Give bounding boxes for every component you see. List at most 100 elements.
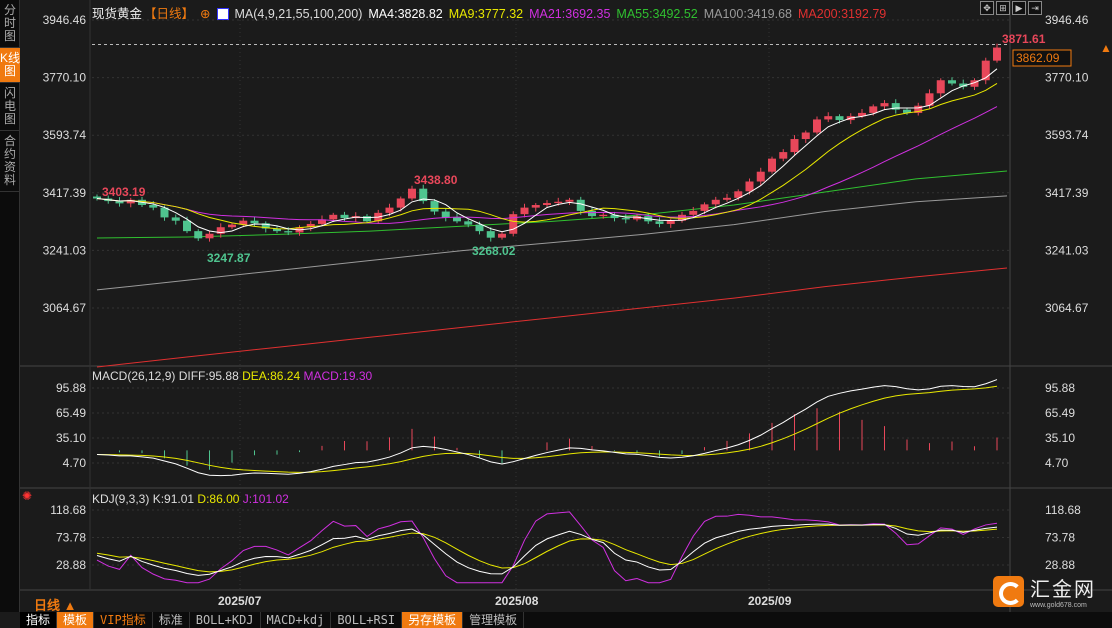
tab-manage-template[interactable]: 管理模板	[463, 612, 525, 628]
kdj-legend: KDJ(9,3,3) K:91.01 D:86.00 J:101.02	[92, 492, 289, 506]
candle-down	[183, 220, 191, 232]
candle-up	[711, 199, 720, 205]
price-tick-right: 3946.46	[1045, 13, 1089, 27]
date-label: 2025/08	[495, 594, 539, 608]
ma200-line	[96, 267, 1008, 368]
kdj-tick-left: 28.88	[56, 558, 86, 572]
ma100-line	[96, 195, 1008, 291]
price-tick-left: 3241.03	[43, 243, 87, 257]
candle-down	[363, 216, 371, 222]
candle-up	[745, 181, 754, 192]
k-line	[96, 523, 998, 576]
candle-down	[655, 221, 664, 224]
candle-up	[531, 205, 540, 208]
annotation-low: 3268.02	[472, 244, 516, 258]
candle-up	[498, 233, 506, 238]
logo-icon	[993, 575, 1024, 607]
candle-down	[453, 217, 461, 222]
candle-up	[543, 203, 551, 206]
kdj-tick-right: 28.88	[1045, 558, 1075, 572]
macd-tick-right: 35.10	[1045, 431, 1075, 445]
candle-up	[779, 152, 788, 159]
logo: 汇金网 www.gold678.com	[993, 573, 1096, 609]
d-value: D:86.00	[197, 492, 240, 506]
candle-up	[813, 119, 821, 133]
candle-up	[554, 201, 563, 204]
candle-up	[869, 106, 878, 113]
tab-standard[interactable]: 标准	[153, 612, 190, 628]
candle-up	[599, 214, 608, 217]
price-tick-right: 3593.74	[1045, 128, 1089, 142]
chart-canvas[interactable]: 3946.46 3946.46 3770.10 3770.10 3593.74 3593.…	[0, 0, 1112, 612]
price-tick-left: 3593.74	[43, 128, 87, 142]
ma200-value: MA200:3192.79	[798, 7, 887, 21]
annotation-low: 3247.87	[207, 251, 251, 265]
price-tick-left: 3064.67	[43, 301, 87, 315]
candle-down	[430, 201, 439, 212]
j-value: J:101.02	[242, 492, 289, 506]
ma55-value: MA55:3492.52	[616, 7, 698, 21]
macd-tick-right: 65.49	[1045, 406, 1075, 420]
candle-down	[486, 231, 495, 238]
play-icon[interactable]: ▶	[1012, 1, 1026, 15]
move-icon[interactable]: ✥	[980, 1, 994, 15]
candle-down	[588, 210, 596, 217]
candle-up	[723, 197, 731, 200]
macd-tick-right: 95.88	[1045, 381, 1075, 395]
annotation-high: 3438.80	[414, 173, 458, 187]
candle-down	[464, 221, 473, 225]
annotation-high: 3871.61	[1002, 32, 1046, 46]
dea-value: DEA:86.24	[242, 369, 301, 383]
price-tick-left: 3946.46	[43, 13, 87, 27]
kdj-tick-left: 118.68	[50, 503, 86, 517]
tab-boll-rsi[interactable]: BOLL+RSI	[331, 612, 403, 628]
current-price-label: 3862.09	[1016, 51, 1060, 65]
candle-down	[340, 214, 349, 219]
k-value: K:91.01	[152, 492, 195, 506]
crosshair-icon[interactable]: ⊕	[200, 7, 210, 21]
macd-tick-left: 65.49	[56, 406, 86, 420]
candle-up	[689, 210, 698, 215]
candle-up	[756, 171, 765, 182]
period-label: 【日线】	[144, 7, 195, 21]
ma100-value: MA100:3419.68	[703, 7, 792, 21]
tab-indicator[interactable]: 指标	[20, 612, 58, 628]
candle-up	[993, 47, 1001, 61]
candle-up	[396, 198, 405, 208]
macd-tick-left: 4.70	[63, 456, 87, 470]
zoom-range-icon[interactable]: ⊞	[996, 1, 1010, 15]
tab-macd-kdj[interactable]: MACD+kdj	[261, 612, 332, 628]
alert-icon[interactable]: ✺	[22, 489, 32, 503]
candle-up	[666, 220, 675, 224]
candle-up	[790, 139, 799, 153]
kdj-title: KDJ(9,3,3)	[92, 492, 150, 506]
indicator-icon[interactable]	[216, 8, 229, 20]
candle-up	[768, 158, 776, 172]
candle-down	[621, 218, 630, 220]
candle-down	[284, 231, 293, 233]
diff-value: DIFF:95.88	[178, 369, 239, 383]
tab-vip-indicator[interactable]: VIP指标	[94, 612, 153, 628]
chart-toolbar: ✥ ⊞ ▶ ⇥	[980, 1, 1042, 15]
tab-template[interactable]: 模板	[57, 612, 95, 628]
tab-boll-kdj[interactable]: BOLL+KDJ	[190, 612, 261, 628]
kdj-tick-left: 73.78	[56, 531, 86, 545]
candle-down	[194, 231, 203, 239]
candle-up	[824, 116, 833, 120]
candle-up	[936, 80, 945, 94]
candle-down	[149, 205, 158, 208]
price-tick-right: 3417.39	[1045, 186, 1089, 200]
macd-legend: MACD(26,12,9) DIFF:95.88 DEA:86.24 MACD:…	[92, 369, 372, 383]
date-label: 2025/09	[748, 594, 792, 608]
bottom-toolbar: 指标 模板 VIP指标 标准 BOLL+KDJ MACD+kdj BOLL+RS…	[20, 612, 1112, 628]
tab-save-template[interactable]: 另存模板	[402, 612, 464, 628]
jump-end-icon[interactable]: ⇥	[1028, 1, 1042, 15]
candle-up	[408, 188, 416, 199]
annotation-high: 3403.19	[102, 185, 146, 199]
candle-down	[93, 196, 101, 199]
candle-down	[171, 217, 180, 221]
macd-tick-left: 95.88	[56, 381, 86, 395]
candle-up	[520, 207, 529, 215]
candle-up	[205, 233, 214, 239]
ma-legend: 现货黄金 【日线】 ⊕ MA(4,9,21,55,100,200) MA4:3828.8…	[92, 3, 892, 22]
